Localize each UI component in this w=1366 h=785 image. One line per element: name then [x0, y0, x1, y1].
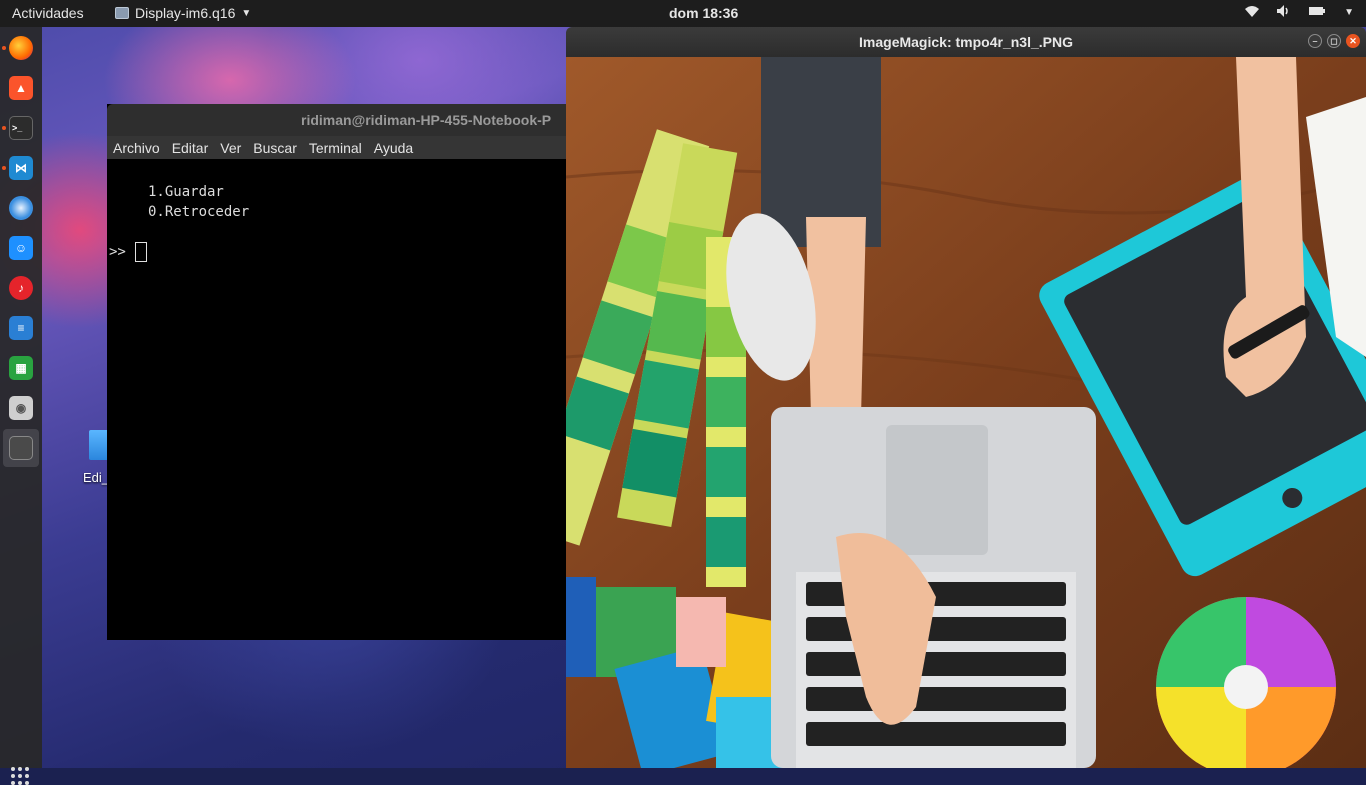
chevron-down-icon: ▼ — [241, 7, 252, 19]
running-indicator — [2, 166, 6, 170]
terminal-menubar: Archivo Editar Ver Buscar Terminal Ayuda — [107, 136, 577, 159]
menu-ver[interactable]: Ver — [220, 140, 241, 156]
imagemagick-titlebar[interactable]: ImageMagick: tmpo4r_n3l_.PNG – ◻ ✕ — [566, 27, 1366, 57]
terminal-prompt: >> — [109, 244, 126, 260]
firefox-icon — [9, 36, 33, 60]
dock-music[interactable]: ♪ — [0, 269, 42, 307]
volume-icon[interactable] — [1276, 4, 1292, 21]
imagemagick-title: ImageMagick: tmpo4r_n3l_.PNG — [859, 34, 1073, 50]
terminal-prompt-line[interactable]: >> — [107, 242, 577, 262]
menu-terminal[interactable]: Terminal — [309, 140, 362, 156]
chevron-down-icon[interactable]: ▼ — [1344, 7, 1354, 18]
terminal-line: 0.Retroceder — [148, 204, 250, 220]
menu-editar[interactable]: Editar — [172, 140, 209, 156]
displayed-photo — [566, 57, 1366, 768]
running-indicator — [2, 126, 6, 130]
menu-buscar[interactable]: Buscar — [253, 140, 297, 156]
dock-brave[interactable]: ▲ — [0, 69, 42, 107]
dock-files[interactable]: ☺ — [0, 229, 42, 267]
writer-icon: ≡ — [9, 316, 33, 340]
terminal-titlebar[interactable]: ridiman@ridiman-HP-455-Notebook-P — [107, 104, 577, 136]
brave-icon: ▲ — [9, 76, 33, 100]
maximize-button[interactable]: ◻ — [1327, 34, 1341, 48]
clock[interactable]: dom 18:36 — [669, 5, 738, 21]
app-menu[interactable]: Display-im6.q16 ▼ — [115, 5, 251, 21]
menu-ayuda[interactable]: Ayuda — [374, 140, 413, 156]
top-bar: Actividades Display-im6.q16 ▼ dom 18:36 … — [0, 0, 1366, 27]
dock: ▲ >_ ⋈ ☺ ♪ ≡ ▦ ◉ — [0, 27, 42, 785]
dock-writer[interactable]: ≡ — [0, 309, 42, 347]
calc-icon: ▦ — [9, 356, 33, 380]
terminal-line: 1.Guardar — [148, 184, 224, 200]
music-icon: ♪ — [9, 276, 33, 300]
text-cursor — [134, 242, 147, 262]
app-menu-label: Display-im6.q16 — [135, 5, 236, 21]
display-icon — [9, 436, 33, 460]
disk-icon: ◉ — [9, 396, 33, 420]
terminal-window[interactable]: ridiman@ridiman-HP-455-Notebook-P Archiv… — [107, 104, 577, 640]
system-tray[interactable]: ▼ — [1244, 4, 1354, 21]
image-canvas[interactable] — [566, 57, 1366, 768]
close-button[interactable]: ✕ — [1346, 34, 1360, 48]
dock-vscode[interactable]: ⋈ — [0, 149, 42, 187]
activities-button[interactable]: Actividades — [12, 5, 84, 21]
imagemagick-window[interactable]: ImageMagick: tmpo4r_n3l_.PNG – ◻ ✕ — [566, 27, 1366, 768]
dock-firefox[interactable] — [0, 29, 42, 67]
display-app-icon — [115, 7, 129, 19]
dock-terminal[interactable]: >_ — [0, 109, 42, 147]
thunderbird-icon — [9, 196, 33, 220]
minimize-button[interactable]: – — [1308, 34, 1322, 48]
dock-disk[interactable]: ◉ — [0, 389, 42, 427]
dock-thunderbird[interactable] — [0, 189, 42, 227]
running-indicator — [2, 46, 6, 50]
terminal-icon: >_ — [9, 116, 33, 140]
dock-calc[interactable]: ▦ — [0, 349, 42, 387]
vscode-icon: ⋈ — [9, 156, 33, 180]
finder-icon: ☺ — [9, 236, 33, 260]
dock-display[interactable] — [3, 429, 39, 467]
terminal-output[interactable]: 1.Guardar 0.Retroceder >> — [107, 159, 577, 262]
battery-icon[interactable] — [1308, 4, 1328, 21]
show-applications-button[interactable] — [11, 767, 31, 785]
wifi-icon[interactable] — [1244, 4, 1260, 21]
terminal-title: ridiman@ridiman-HP-455-Notebook-P — [301, 112, 552, 128]
window-controls: – ◻ ✕ — [1308, 34, 1360, 48]
menu-archivo[interactable]: Archivo — [113, 140, 160, 156]
